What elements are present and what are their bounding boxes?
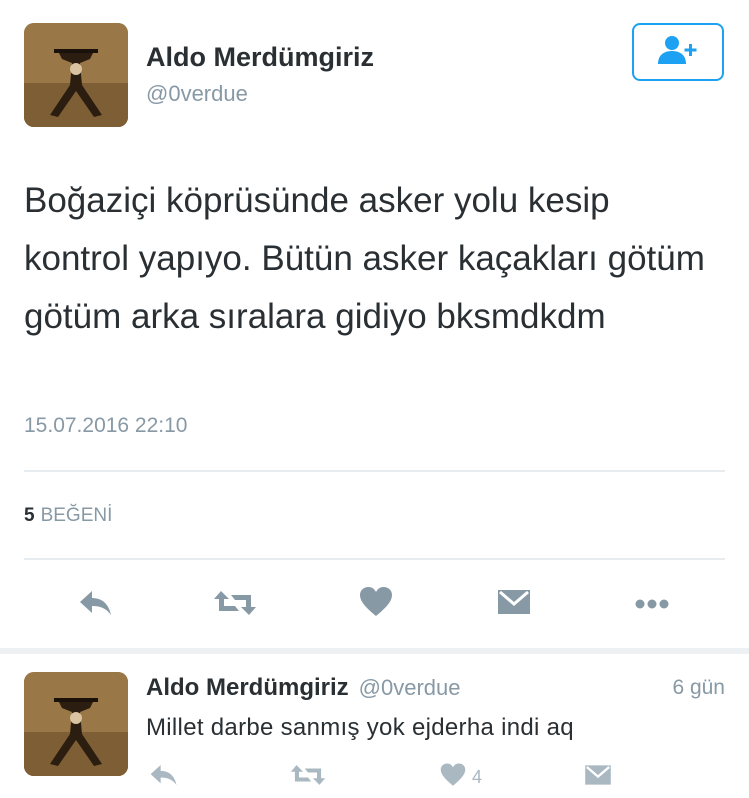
reply-header: Aldo Merdümgiriz @0verdue (146, 674, 461, 702)
section-divider (0, 648, 749, 654)
reply-retweet-button[interactable] (286, 760, 330, 794)
reply-text: Millet darbe sanmış yok ejderha indi aq (146, 714, 574, 741)
tweet-timestamp[interactable]: 15.07.2016 22:10 (24, 414, 188, 438)
add-user-icon (656, 35, 700, 70)
more-button[interactable] (630, 585, 674, 625)
likes-summary[interactable]: 5 BEĞENİ (24, 505, 112, 527)
reply-reply-button[interactable] (144, 760, 184, 794)
likes-label: BEĞENİ (40, 505, 113, 526)
reply-author-name[interactable]: Aldo Merdümgiriz (146, 674, 349, 701)
heart-icon (359, 586, 393, 622)
tweet-text: Boğaziçi köprüsünde asker yolu kesip kon… (24, 181, 705, 336)
message-icon (584, 763, 612, 792)
heart-icon (440, 763, 466, 792)
likes-count: 5 (24, 505, 35, 526)
like-button[interactable] (356, 584, 396, 624)
retweet-button[interactable] (211, 585, 259, 625)
reply-icon (78, 589, 114, 622)
reply-avatar[interactable] (24, 672, 128, 776)
reply-time[interactable]: 6 gün (672, 676, 725, 700)
reply-author-handle[interactable]: @0verdue (359, 675, 461, 700)
divider (24, 558, 725, 560)
avatar[interactable] (24, 23, 128, 127)
retweet-icon (290, 763, 326, 792)
reply-like-button[interactable]: 4 (440, 760, 500, 794)
message-icon (497, 587, 531, 622)
reply-icon (149, 763, 179, 792)
reply-like-count: 4 (472, 766, 483, 787)
author-handle[interactable]: @0verdue (146, 81, 248, 107)
reply-message-button[interactable] (578, 760, 618, 794)
retweet-icon (213, 589, 257, 622)
more-icon (635, 596, 669, 614)
reply-button[interactable] (74, 585, 118, 625)
follow-button[interactable] (632, 23, 724, 81)
author-name[interactable]: Aldo Merdümgiriz (146, 42, 374, 73)
divider (24, 470, 725, 472)
message-button[interactable] (494, 584, 534, 624)
